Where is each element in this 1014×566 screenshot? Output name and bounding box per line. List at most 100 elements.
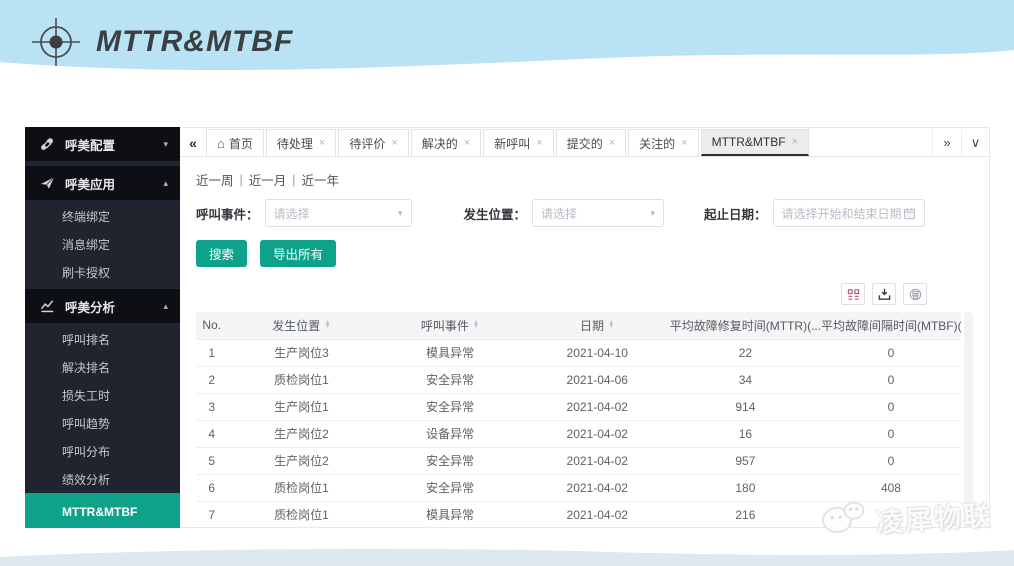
tabs-dropdown-button[interactable]: ∨ xyxy=(961,129,989,156)
close-icon[interactable]: × xyxy=(792,136,798,148)
column-header-1[interactable]: 发生位置▲▼ xyxy=(227,312,375,339)
sidebar-item-2-4[interactable]: 呼叫分布 xyxy=(25,437,180,465)
tabs-right-controls: » ∨ xyxy=(932,129,989,156)
filter-row: 呼叫事件： 请选择 ▾ 发生位置： 请选择 ▾ 起止日期： 请选择开始和结束日期 xyxy=(196,199,973,227)
tab-关注的[interactable]: 关注的 × xyxy=(628,129,698,156)
content-body: 近一周 | 近一月 | 近一年 呼叫事件： 请选择 ▾ 发生位置： 请选择 xyxy=(180,157,989,527)
tabs-expand-button[interactable]: » xyxy=(933,129,961,156)
location-select[interactable]: 请选择 ▾ xyxy=(532,199,664,227)
cell-no: 6 xyxy=(196,474,227,501)
cell-event: 安全异常 xyxy=(376,393,525,420)
tab-新呼叫[interactable]: 新呼叫× xyxy=(483,129,553,156)
brand-header: MTTR&MTBF xyxy=(30,16,293,68)
sort-icon[interactable]: ▲▼ xyxy=(608,321,614,330)
location-placeholder: 请选择 xyxy=(541,205,577,222)
column-header-3[interactable]: 日期▲▼ xyxy=(525,312,670,339)
tab-MTTR&MTBF[interactable]: MTTR&MTBF× xyxy=(701,129,809,156)
cell-location: 生产岗位1 xyxy=(227,393,375,420)
call-event-select[interactable]: 请选择 ▾ xyxy=(265,199,412,227)
cell-no: 1 xyxy=(196,339,227,366)
date-range-label: 起止日期： xyxy=(704,204,767,223)
columns-icon xyxy=(847,288,860,301)
cell-mttr: 34 xyxy=(670,366,821,393)
column-header-4[interactable]: 平均故障修复时间(MTTR)(...▲▼ xyxy=(670,312,821,339)
sort-icon[interactable]: ▲▼ xyxy=(473,321,479,330)
table-vertical-scrollbar[interactable] xyxy=(964,312,973,527)
tab-label: 提交的 xyxy=(567,135,603,152)
tab-待评价[interactable]: 待评价× xyxy=(338,129,408,156)
sidebar-item-1-0[interactable]: 终端绑定 xyxy=(25,202,180,230)
cell-date: 2021-04-02 xyxy=(525,474,670,501)
sidebar-item-2-3[interactable]: 呼叫趋势 xyxy=(25,409,180,437)
sidebar-item-1-1[interactable]: 消息绑定 xyxy=(25,230,180,258)
tab-提交的[interactable]: 提交的 × xyxy=(556,129,626,156)
cell-no: 4 xyxy=(196,420,227,447)
chart-icon xyxy=(39,298,55,314)
table-row: 2质检岗位1安全异常2021-04-06340 xyxy=(196,366,961,393)
sidebar-group-2[interactable]: 呼美分析▴ xyxy=(25,289,180,323)
column-header-2[interactable]: 呼叫事件▲▼ xyxy=(376,312,525,339)
cell-mttr: 16 xyxy=(670,420,821,447)
quick-range-year[interactable]: 近一年 xyxy=(302,170,340,189)
separator: | xyxy=(240,173,243,187)
chevron-down-icon: ▾ xyxy=(163,139,168,150)
date-range-input[interactable]: 请选择开始和结束日期 xyxy=(773,199,925,227)
sidebar-group-0[interactable]: 呼美配置▾ xyxy=(25,127,180,161)
export-table-button[interactable] xyxy=(872,283,896,305)
tabs-collapse-button[interactable]: « xyxy=(180,129,206,156)
sidebar-item-2-0[interactable]: 呼叫排名 xyxy=(25,325,180,353)
cell-event: 安全异常 xyxy=(376,447,525,474)
chevron-up-icon: ▴ xyxy=(163,178,168,189)
close-icon[interactable]: × xyxy=(319,137,325,149)
close-icon[interactable]: × xyxy=(391,137,397,149)
close-icon[interactable]: × xyxy=(536,137,542,149)
tab-label: 待处理 xyxy=(277,135,313,152)
search-button[interactable]: 搜索 xyxy=(196,240,247,267)
column-header-5[interactable]: 平均故障间隔时间(MTBF)(...▲▼ xyxy=(821,312,961,339)
quick-range-links: 近一周 | 近一月 | 近一年 xyxy=(196,170,973,189)
app-window: 呼美配置▾呼美应用▴终端绑定消息绑定刷卡授权呼美分析▴呼叫排名解决排名损失工时呼… xyxy=(25,127,990,528)
tab-首页[interactable]: ⌂首页 xyxy=(206,129,264,156)
cell-location: 质检岗位1 xyxy=(227,366,375,393)
table-zone: No.发生位置▲▼呼叫事件▲▼日期▲▼平均故障修复时间(MTTR)(...▲▼平… xyxy=(196,312,973,527)
sidebar-item-2-2[interactable]: 损失工时 xyxy=(25,381,180,409)
cell-mttr: 180 xyxy=(670,474,821,501)
column-header-0: No. xyxy=(196,312,227,339)
print-icon xyxy=(909,288,922,301)
sidebar-item-2-6[interactable]: MTTR&MTBF xyxy=(25,493,180,528)
sidebar-item-2-1[interactable]: 解决排名 xyxy=(25,353,180,381)
plug-icon xyxy=(39,136,55,152)
close-icon[interactable]: × xyxy=(681,137,687,149)
cell-mtbf: 0 xyxy=(821,447,961,474)
cell-mtbf: 0 xyxy=(821,420,961,447)
tab-label: 首页 xyxy=(229,135,253,152)
sort-icon[interactable]: ▲▼ xyxy=(324,321,330,330)
cell-location: 质检岗位1 xyxy=(227,474,375,501)
tab-待处理[interactable]: 待处理 × xyxy=(266,129,336,156)
column-header-label: 平均故障间隔时间(MTBF)(... xyxy=(821,317,961,334)
quick-range-month[interactable]: 近一月 xyxy=(249,170,287,189)
table-row: 5生产岗位2安全异常2021-04-029570 xyxy=(196,447,961,474)
calendar-icon xyxy=(903,207,916,220)
quick-range-week[interactable]: 近一周 xyxy=(196,170,234,189)
sidebar-group-label: 呼美应用 xyxy=(65,174,163,193)
tab-解决的[interactable]: 解决的× xyxy=(411,129,481,156)
mttr-mtbf-table: No.发生位置▲▼呼叫事件▲▼日期▲▼平均故障修复时间(MTTR)(...▲▼平… xyxy=(196,312,961,527)
export-all-button[interactable]: 导出所有 xyxy=(260,240,336,267)
sidebar-group-label: 呼美分析 xyxy=(65,297,163,316)
page: MTTR&MTBF 呼美配置▾呼美应用▴终端绑定消息绑定刷卡授权呼美分析▴呼叫排… xyxy=(0,0,1014,566)
close-icon[interactable]: × xyxy=(609,137,615,149)
sidebar-item-1-2[interactable]: 刷卡授权 xyxy=(25,258,180,286)
cell-date: 2021-04-02 xyxy=(525,501,670,527)
sidebar-group-1[interactable]: 呼美应用▴ xyxy=(25,166,180,200)
date-range-placeholder: 请选择开始和结束日期 xyxy=(782,205,902,222)
sidebar-item-2-5[interactable]: 绩效分析 xyxy=(25,465,180,493)
close-icon[interactable]: × xyxy=(464,137,470,149)
print-button[interactable] xyxy=(903,283,927,305)
cell-event: 安全异常 xyxy=(376,366,525,393)
tab-label: 关注的 xyxy=(639,135,675,152)
chevron-down-icon: ▾ xyxy=(651,208,656,219)
column-settings-button[interactable] xyxy=(841,283,865,305)
cell-mttr: 914 xyxy=(670,393,821,420)
cell-no: 3 xyxy=(196,393,227,420)
